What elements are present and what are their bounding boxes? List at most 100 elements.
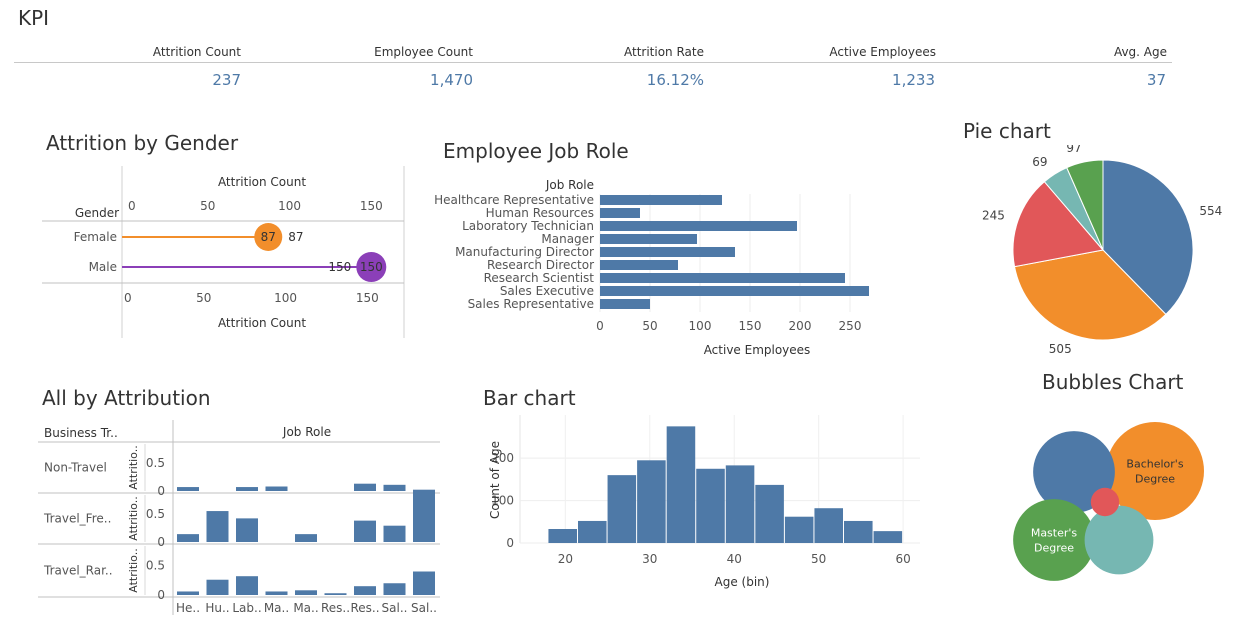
age-bar [725, 465, 755, 543]
attribution-bar [413, 571, 435, 595]
attribution-x-tick: Hu.. [205, 601, 229, 615]
attribution-x-tick: Ma.. [264, 601, 289, 615]
attribution-bar [383, 484, 406, 491]
jobrole-bar [600, 247, 735, 257]
jobrole-category-label: Manager [541, 232, 594, 246]
bubble-label: Degree [1034, 542, 1074, 555]
attribution-x-tick: Ma.. [293, 601, 318, 615]
attribution-bar [177, 591, 199, 595]
attribution-bar [206, 511, 229, 542]
pie-chart: 554 505 245 69 97 [982, 145, 1222, 355]
attribution-row-label: Travel_Rar.. [43, 564, 113, 578]
gender-bubble-label: 150 [360, 260, 383, 274]
gender-top-tick: 50 [200, 199, 215, 213]
jobrole-category-label: Laboratory Technician [462, 219, 594, 233]
attribution-x-tick: Res.. [350, 601, 379, 615]
jobrole-bar [600, 221, 797, 231]
jobrole-chart-title: Employee Job Role [443, 139, 629, 163]
attribution-bar [383, 525, 406, 542]
attribution-bar [295, 534, 317, 542]
jobrole-bar [600, 208, 640, 218]
jobrole-bar [600, 234, 697, 244]
kpi-label-attrition-rate: Attrition Rate [624, 45, 704, 59]
jobrole-category-label: Research Scientist [484, 271, 595, 285]
attribution-x-tick: Res.. [321, 601, 350, 615]
jobrole-x-tick: 0 [596, 319, 604, 333]
attribution-x-tick: He.. [176, 601, 200, 615]
attribution-chart: Business Tr.. Job Role Non-Travel Attriti… [38, 420, 440, 615]
jobrole-category-label: Human Resources [486, 206, 594, 220]
gender-value-label: 87 [288, 230, 303, 244]
bubble-label: Master's [1031, 527, 1078, 540]
attribution-y-axis-title: Attritio.. [127, 548, 140, 592]
jobrole-category-label: Sales Executive [500, 284, 594, 298]
attribution-bar [295, 590, 317, 595]
attribution-group-header: Job Role [282, 425, 331, 439]
kpi-value-attrition-rate: 16.12% [646, 71, 704, 89]
gender-bubble-label: 87 [261, 230, 276, 244]
jobrole-bar [600, 286, 869, 296]
gender-x-axis-title-bottom: Attrition Count [218, 316, 306, 330]
attribution-bar [265, 486, 288, 491]
kpi-value-avg-age: 37 [1146, 71, 1166, 89]
gender-x-axis-title-top: Attrition Count [218, 175, 306, 189]
age-bar [844, 520, 873, 543]
gender-top-tick: 0 [128, 199, 136, 213]
attribution-bar [354, 483, 376, 491]
bubbles-chart-title: Bubbles Chart [1042, 370, 1184, 394]
age-bar [637, 460, 666, 543]
kpi-title: KPI [18, 6, 50, 30]
jobrole-row-header: Job Role [545, 178, 594, 192]
jobrole-x-tick: 250 [839, 319, 862, 333]
attribution-x-tick: Lab.. [232, 601, 261, 615]
age-y-axis-title: Count of Age [488, 441, 502, 519]
age-bar [814, 508, 843, 543]
bubble [1106, 422, 1204, 520]
age-chart: 010020020 30 40 50 60 Age (bin) Count of Age [488, 415, 920, 589]
attribution-column-header: Business Tr.. [44, 426, 118, 440]
gender-bottom-tick: 100 [274, 291, 297, 305]
pie-slice-label: 97 [1066, 145, 1081, 155]
attribution-y-axis-title: Attritio.. [127, 445, 140, 489]
gender-chart: Attrition Count Attrition Count Gender 0… [42, 166, 405, 338]
jobrole-x-axis-title: Active Employees [704, 343, 811, 357]
attribution-y-tick: 0 [157, 588, 165, 602]
attribution-bar [354, 586, 376, 595]
age-bar [578, 520, 607, 543]
attribution-row-label: Non-Travel [44, 461, 107, 475]
gender-top-tick: 100 [278, 199, 301, 213]
jobrole-bar [600, 195, 722, 205]
age-chart-title: Bar chart [483, 386, 576, 410]
gender-row-header: Gender [75, 206, 119, 220]
age-y-tick: 0 [506, 536, 514, 550]
attribution-bar [177, 487, 199, 491]
attribution-bar [324, 593, 347, 595]
jobrole-bar [600, 260, 678, 270]
attribution-bar [265, 591, 288, 595]
attribution-row-label: Travel_Fre.. [43, 512, 111, 526]
pie-slice-label: 245 [982, 209, 1005, 223]
age-bar [784, 516, 814, 543]
attribution-chart-title: All by Attribution [42, 386, 211, 410]
jobrole-chart: Job Role 0 50 100 150 200 250 Healthcare Repr… [434, 178, 869, 357]
jobrole-x-tick: 200 [789, 319, 812, 333]
jobrole-bar [600, 273, 845, 283]
kpi-label-attrition-count: Attrition Count [152, 45, 241, 59]
pie-slice-label: 505 [1049, 342, 1072, 355]
attribution-bar [413, 489, 435, 542]
attribution-x-tick: Sal.. [411, 601, 437, 615]
gender-top-tick: 150 [360, 199, 383, 213]
attribution-y-tick: 0 [157, 484, 165, 498]
attribution-x-tick: Sal.. [382, 601, 408, 615]
bubble [1013, 499, 1095, 581]
bubble [1090, 487, 1120, 517]
gender-bottom-tick: 50 [196, 291, 211, 305]
pie-slice-label: 554 [1199, 204, 1222, 218]
jobrole-category-label: Research Director [487, 258, 594, 272]
age-x-tick: 60 [895, 552, 910, 566]
kpi-label-avg-age: Avg. Age [1113, 45, 1167, 59]
kpi-label-active-employees: Active Employees [829, 45, 936, 59]
age-bar [548, 529, 577, 543]
jobrole-category-label: Manufacturing Director [455, 245, 594, 259]
pie-slice-label: 69 [1032, 155, 1047, 169]
